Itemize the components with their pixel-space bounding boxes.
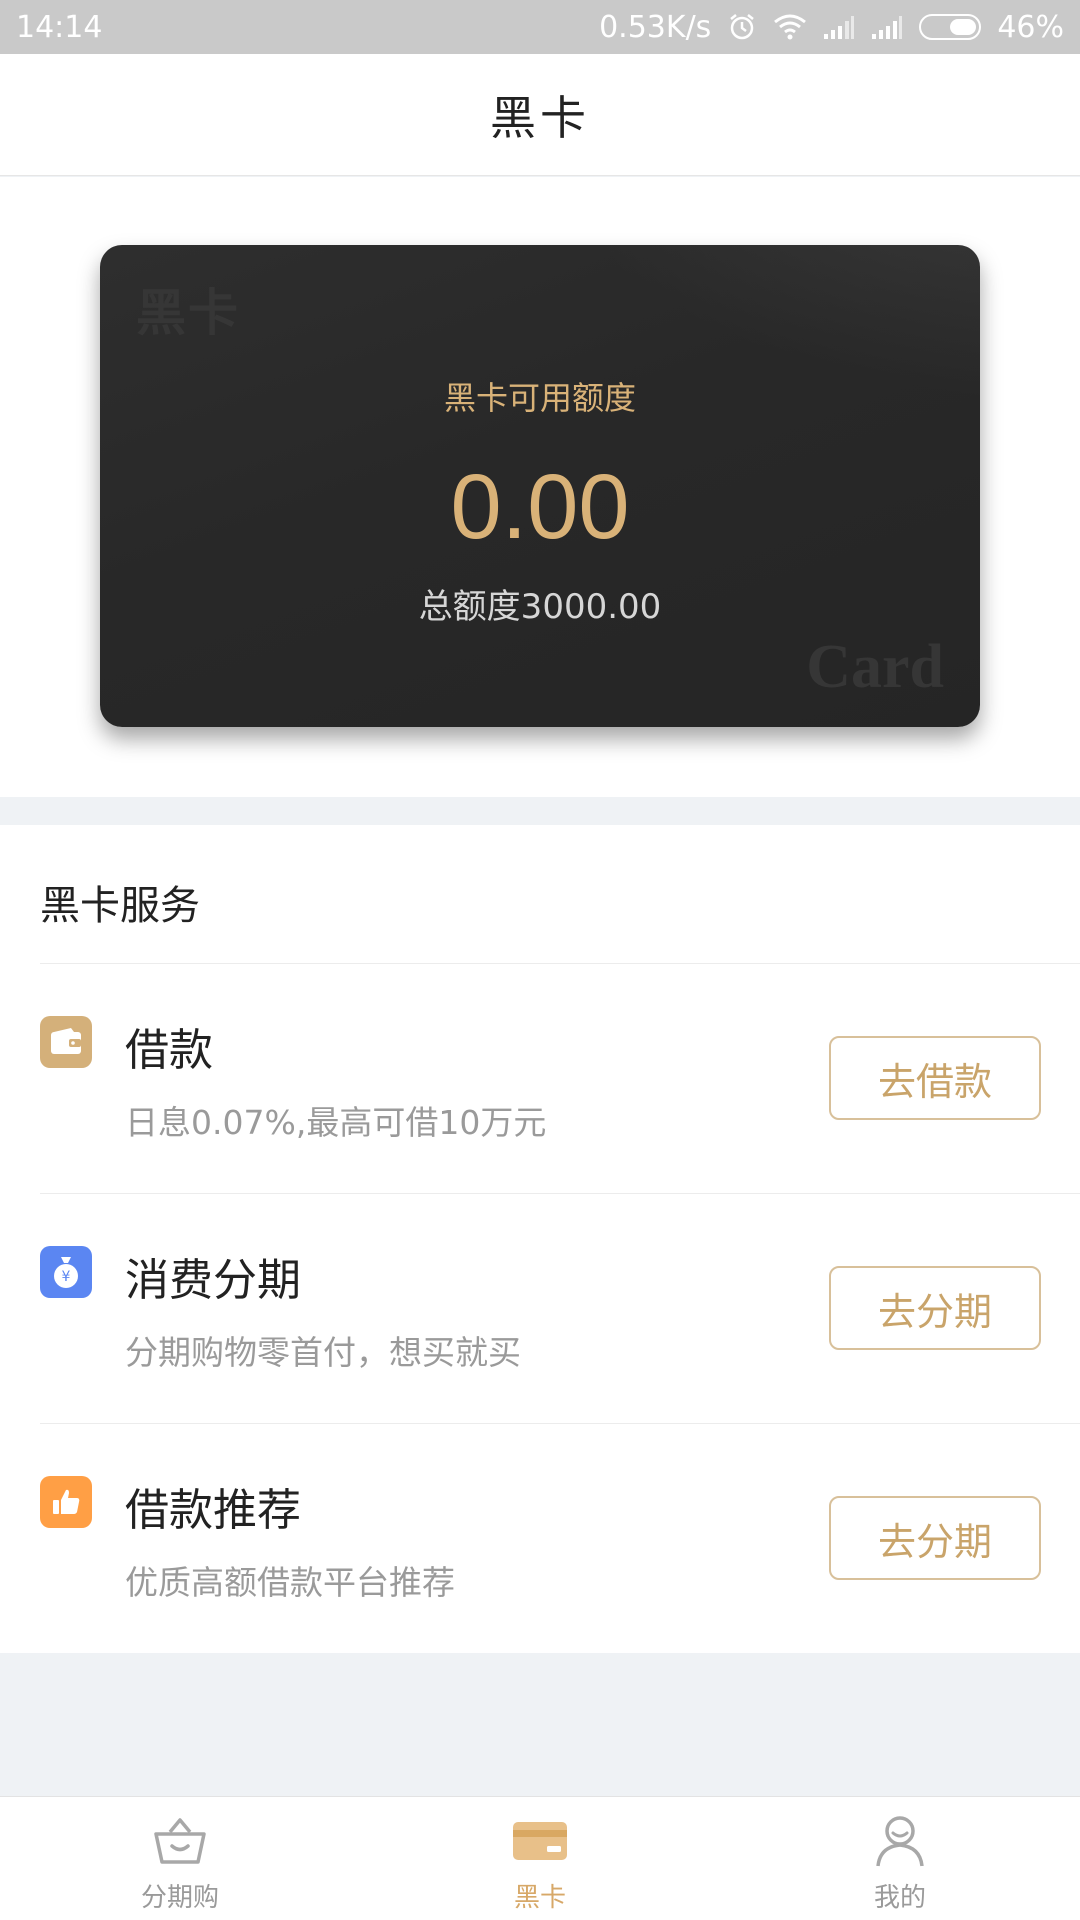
service-item-recommend: 借款推荐 优质高额借款平台推荐 去分期 bbox=[0, 1424, 1080, 1653]
service-desc: 分期购物零首付，想买就买 bbox=[125, 1333, 521, 1372]
alarm-icon bbox=[727, 12, 757, 42]
status-bar: 14:14 0.53K/s 46% bbox=[0, 0, 1080, 54]
money-bag-icon: ¥ bbox=[40, 1246, 92, 1298]
tab-mine[interactable]: 我的 bbox=[720, 1797, 1080, 1920]
tab-label: 分期购 bbox=[140, 1883, 219, 1913]
service-desc: 日息0.07%,最高可借10万元 bbox=[125, 1103, 547, 1142]
card-watermark-bottom: Card bbox=[806, 633, 944, 701]
go-installment-button[interactable]: 去分期 bbox=[829, 1496, 1041, 1580]
network-speed: 0.53K/s bbox=[599, 9, 712, 45]
service-item-installment: ¥ 消费分期 分期购物零首付，想买就买 去分期 bbox=[0, 1194, 1080, 1423]
service-name: 借款推荐 bbox=[125, 1485, 301, 1536]
service-item-loan: 借款 日息0.07%,最高可借10万元 去借款 bbox=[0, 964, 1080, 1193]
wifi-icon bbox=[773, 13, 807, 41]
battery-level: 46% bbox=[997, 9, 1064, 45]
card-watermark-top: 黑卡 bbox=[136, 283, 240, 342]
service-name: 消费分期 bbox=[125, 1255, 301, 1306]
page-title: 黑卡 bbox=[490, 90, 590, 145]
tab-label: 黑卡 bbox=[513, 1883, 566, 1913]
card-section: 黑卡 黑卡可用额度 0.00 总额度3000.00 Card bbox=[0, 177, 1080, 797]
signal-icon bbox=[871, 14, 903, 40]
wallet-icon bbox=[40, 1016, 92, 1068]
go-loan-button[interactable]: 去借款 bbox=[829, 1036, 1041, 1120]
tab-black-card[interactable]: 黑卡 bbox=[360, 1797, 720, 1920]
status-time: 14:14 bbox=[16, 9, 103, 45]
svg-text:¥: ¥ bbox=[62, 1269, 71, 1285]
nav-bar: 黑卡 bbox=[0, 54, 1080, 176]
status-icons: 0.53K/s 46% bbox=[599, 10, 1064, 45]
battery-icon bbox=[919, 14, 982, 40]
available-credit-label: 黑卡可用额度 bbox=[443, 379, 636, 417]
tab-label: 我的 bbox=[873, 1883, 926, 1913]
black-card[interactable]: 黑卡 黑卡可用额度 0.00 总额度3000.00 Card bbox=[100, 245, 980, 727]
card-icon bbox=[508, 1811, 572, 1871]
service-name: 借款 bbox=[125, 1025, 213, 1076]
basket-icon bbox=[148, 1811, 212, 1871]
bottom-tab-bar: 分期购 黑卡 我的 bbox=[0, 1796, 1080, 1920]
tab-installment-shop[interactable]: 分期购 bbox=[0, 1797, 360, 1920]
total-credit: 总额度3000.00 bbox=[418, 587, 662, 627]
services-title: 黑卡服务 bbox=[40, 883, 200, 929]
user-icon bbox=[868, 1811, 932, 1871]
service-desc: 优质高额借款平台推荐 bbox=[125, 1563, 455, 1602]
signal-icon bbox=[823, 14, 855, 40]
go-installment-button[interactable]: 去分期 bbox=[829, 1266, 1041, 1350]
available-credit-amount: 0.00 bbox=[450, 456, 630, 558]
services-section: 黑卡服务 借款 日息0.07%,最高可借10万元 去借款 ¥ 消费分期 分期购物… bbox=[0, 825, 1080, 1653]
thumbs-up-icon bbox=[40, 1476, 92, 1528]
